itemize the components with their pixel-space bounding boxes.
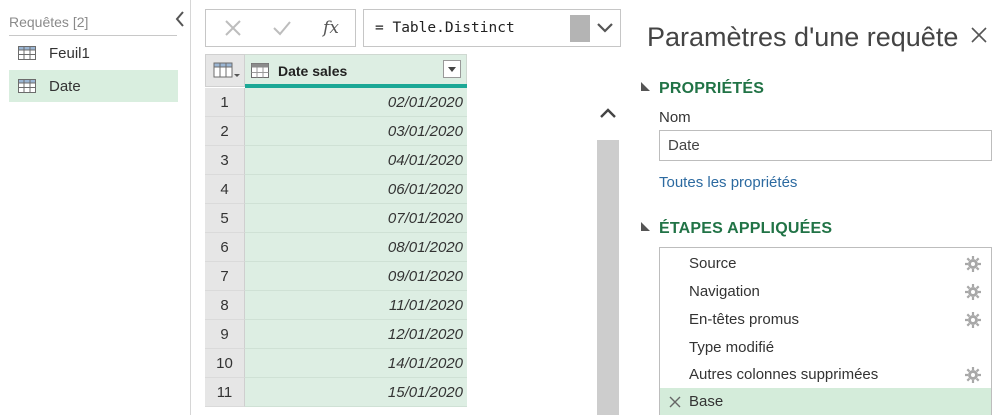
chevron-up-icon (600, 108, 616, 118)
pane-divider[interactable] (190, 0, 191, 415)
step-navigation[interactable]: Navigation (660, 278, 991, 306)
table-row: 9 12/01/2020 (205, 320, 467, 349)
formula-buttons: fx (205, 9, 356, 47)
step-base[interactable]: Base (660, 388, 991, 415)
row-number[interactable]: 6 (205, 233, 245, 262)
name-label: Nom (659, 109, 691, 126)
row-number[interactable]: 4 (205, 175, 245, 204)
queries-header: Requêtes [2] (9, 14, 89, 30)
row-number[interactable]: 1 (205, 88, 245, 117)
formula-grip (570, 15, 590, 42)
gear-icon[interactable] (964, 283, 982, 301)
scroll-up-button[interactable] (596, 102, 620, 126)
column-filter-button[interactable] (443, 60, 461, 78)
close-settings-button[interactable] (968, 24, 992, 48)
table-row: 6 08/01/2020 (205, 233, 467, 262)
step-label: Type modifié (689, 339, 775, 356)
step-label: Source (689, 255, 737, 272)
queries-pane: Requêtes [2] Feuil1 Date (0, 0, 190, 415)
applied-steps-section-title: ÉTAPES APPLIQUÉES (659, 220, 833, 237)
table-row: 1 02/01/2020 (205, 88, 467, 117)
cell-date-sales[interactable]: 03/01/2020 (245, 117, 467, 146)
row-number[interactable]: 10 (205, 349, 245, 378)
step-label: Base (689, 393, 724, 410)
row-number[interactable]: 9 (205, 320, 245, 349)
grid-corner-menu[interactable] (205, 54, 245, 87)
table-menu-icon (213, 62, 240, 78)
step-label: Autres colonnes supprimées (689, 366, 879, 383)
step-changed-type[interactable]: Type modifié (660, 334, 991, 362)
query-settings-pane: Paramètres d'une requête PROPRIÉTÉS Nom … (630, 0, 1000, 415)
step-label: En-têtes promus (689, 311, 800, 328)
query-item-label: Date (49, 77, 81, 95)
gear-icon[interactable] (964, 255, 982, 273)
table-icon (18, 79, 36, 93)
checkmark-icon (273, 21, 291, 36)
gear-icon[interactable] (964, 366, 982, 384)
table-icon (18, 46, 36, 60)
all-properties-link[interactable]: Toutes les propriétés (659, 174, 797, 191)
applied-steps-list: Source Navigation En-têtes promus Type m… (659, 247, 992, 415)
step-label: Navigation (689, 283, 760, 300)
cell-date-sales[interactable]: 15/01/2020 (245, 378, 467, 407)
formula-bar[interactable]: = Table.Distinct (363, 9, 621, 47)
row-number[interactable]: 5 (205, 204, 245, 233)
cell-date-sales[interactable]: 14/01/2020 (245, 349, 467, 378)
close-icon (971, 27, 987, 43)
table-row: 7 09/01/2020 (205, 262, 467, 291)
column-title: Date sales (278, 63, 348, 79)
row-number[interactable]: 7 (205, 262, 245, 291)
cell-date-sales[interactable]: 11/01/2020 (245, 291, 467, 320)
grid-rows: 1 02/01/2020 2 03/01/2020 3 04/01/2020 4 06/… (205, 88, 467, 407)
step-removed-other-columns[interactable]: Autres colonnes supprimées (660, 361, 991, 389)
row-number[interactable]: 8 (205, 291, 245, 320)
gear-icon[interactable] (964, 311, 982, 329)
cancel-formula-button[interactable] (208, 10, 258, 46)
row-number[interactable]: 3 (205, 146, 245, 175)
x-icon (225, 20, 241, 36)
cell-date-sales[interactable]: 09/01/2020 (245, 262, 467, 291)
settings-title: Paramètres d'une requête (647, 22, 959, 52)
cell-date-sales[interactable]: 02/01/2020 (245, 88, 467, 117)
collapse-triangle-icon[interactable] (641, 222, 650, 231)
query-item-date[interactable]: Date (9, 70, 178, 102)
scroll-thumb[interactable] (597, 140, 619, 415)
chevron-left-icon (175, 11, 184, 27)
query-item-label: Feuil1 (49, 44, 90, 62)
cell-date-sales[interactable]: 12/01/2020 (245, 320, 467, 349)
table-row: 4 06/01/2020 (205, 175, 467, 204)
table-row: 5 07/01/2020 (205, 204, 467, 233)
query-name-input[interactable] (659, 130, 992, 161)
dropdown-arrow-icon (448, 67, 456, 72)
queries-divider (9, 35, 177, 36)
collapse-pane-button[interactable] (172, 10, 188, 30)
row-number[interactable]: 11 (205, 378, 245, 407)
collapse-triangle-icon[interactable] (641, 82, 650, 91)
delete-step-icon[interactable] (668, 395, 682, 409)
calendar-icon[interactable] (251, 62, 269, 78)
expand-formula-button[interactable] (593, 14, 617, 42)
insert-function-button[interactable]: fx (306, 10, 356, 46)
query-item-feuil1[interactable]: Feuil1 (9, 37, 178, 69)
chevron-down-icon (597, 23, 613, 33)
fx-icon: fx (323, 18, 339, 38)
cell-date-sales[interactable]: 04/01/2020 (245, 146, 467, 175)
table-row: 11 15/01/2020 (205, 378, 467, 407)
step-source[interactable]: Source (660, 250, 991, 278)
table-row: 8 11/01/2020 (205, 291, 467, 320)
table-row: 3 04/01/2020 (205, 146, 467, 175)
cell-date-sales[interactable]: 08/01/2020 (245, 233, 467, 262)
row-number[interactable]: 2 (205, 117, 245, 146)
column-header-date-sales[interactable]: Date sales (245, 54, 467, 87)
cell-date-sales[interactable]: 07/01/2020 (245, 204, 467, 233)
commit-formula-button[interactable] (257, 10, 307, 46)
table-row: 10 14/01/2020 (205, 349, 467, 378)
step-promoted-headers[interactable]: En-têtes promus (660, 306, 991, 334)
grid-vertical-scrollbar[interactable] (596, 90, 620, 415)
cell-date-sales[interactable]: 06/01/2020 (245, 175, 467, 204)
properties-section-title: PROPRIÉTÉS (659, 80, 765, 97)
table-row: 2 03/01/2020 (205, 117, 467, 146)
formula-text[interactable]: = Table.Distinct (375, 20, 515, 36)
